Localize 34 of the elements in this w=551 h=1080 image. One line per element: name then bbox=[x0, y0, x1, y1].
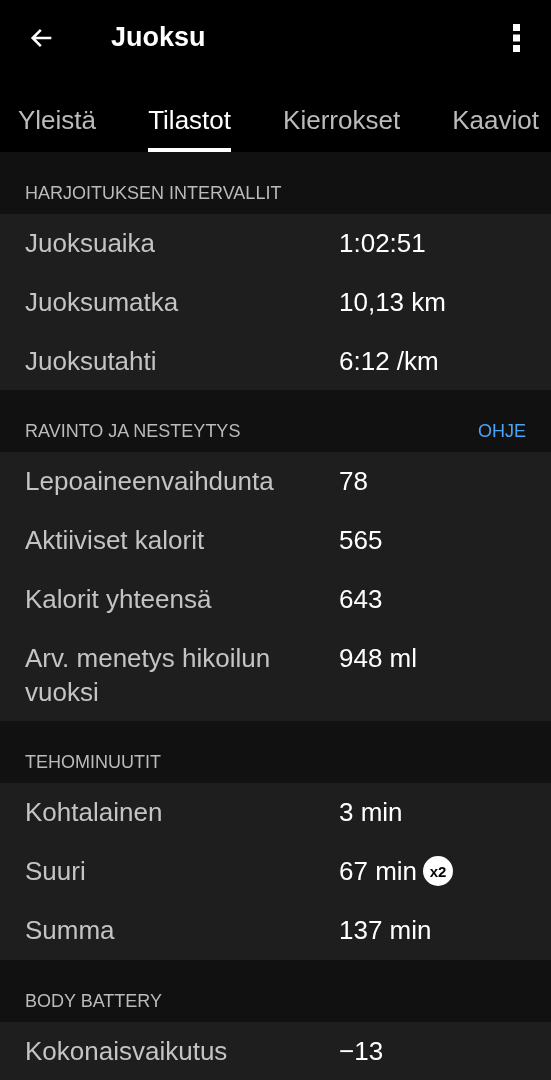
stat-label: Kohtalainen bbox=[25, 796, 164, 830]
stat-value: 6:12 /km bbox=[339, 344, 439, 378]
stat-value: 1:02:51 bbox=[339, 227, 426, 260]
multiplier-badge: x2 bbox=[423, 856, 454, 887]
section-header: RAVINTO JA NESTEYTYS bbox=[25, 421, 241, 443]
stat-label: Summa bbox=[25, 913, 116, 947]
stat-value: 948 ml bbox=[339, 641, 418, 675]
stat-value: −13 bbox=[339, 1034, 384, 1068]
stat-value: 137 min bbox=[339, 913, 432, 947]
more-options-icon[interactable] bbox=[513, 23, 521, 52]
stat-value: 78 bbox=[339, 465, 368, 499]
tab[interactable]: Kierrokset bbox=[283, 75, 401, 152]
tab[interactable]: Tilastot bbox=[148, 75, 231, 152]
section-header: BODY BATTERY bbox=[25, 990, 163, 1012]
stat-label: Juoksumatka bbox=[25, 285, 180, 319]
stat-label: Lepoaineenvaihdunta bbox=[25, 465, 275, 499]
stat-value: 643 bbox=[339, 583, 383, 616]
stat-label: Kalorit yhteensä bbox=[25, 583, 213, 616]
stat-value: 3 min bbox=[339, 796, 403, 830]
section-header: TEHOMINUUTIT bbox=[25, 752, 161, 774]
stat-value: 10,13 km bbox=[339, 285, 446, 319]
stat-label: Suuri bbox=[25, 855, 87, 889]
help-link[interactable]: OHJE bbox=[478, 421, 526, 443]
stat-label: Arv. menetys hikoilun vuoksi bbox=[25, 641, 272, 709]
stat-value: 565 bbox=[339, 524, 383, 558]
stat-label: Juoksutahti bbox=[25, 344, 158, 378]
stat-value: 67 min bbox=[339, 855, 418, 889]
stat-label: Juoksuaika bbox=[25, 227, 157, 260]
stat-label: Aktiiviset kalorit bbox=[25, 524, 206, 558]
tab[interactable]: Yleistä bbox=[18, 75, 97, 152]
stat-label: Kokonaisvaikutus bbox=[25, 1034, 229, 1068]
section-header: HARJOITUKSEN INTERVALLIT bbox=[25, 183, 282, 204]
screen-title: Juoksu bbox=[111, 22, 207, 53]
tab[interactable]: Kaaviot bbox=[452, 75, 539, 152]
